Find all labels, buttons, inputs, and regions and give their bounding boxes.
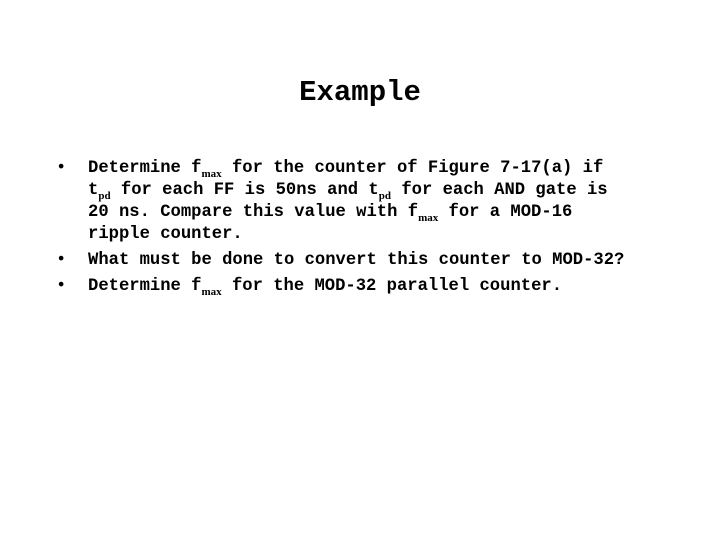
bullet-item: • Determine fmax for the counter of Figu… xyxy=(56,158,676,246)
bullet-text-line: Determine fmax for the counter of Figure… xyxy=(88,159,604,180)
subscript: pd xyxy=(378,190,391,202)
bullet-list: • Determine fmax for the counter of Figu… xyxy=(56,158,676,302)
bullet-item: • Determine fmax for the MOD-32 parallel… xyxy=(56,276,676,298)
subscript: max xyxy=(418,212,439,224)
bullet-text-line: Determine fmax for the MOD-32 parallel c… xyxy=(88,277,563,298)
bullet-text-line: What must be done to convert this counte… xyxy=(88,251,625,270)
bullet-text-line: tpd for each FF is 50ns and tpd for each… xyxy=(88,181,608,202)
bullet-text-line: 20 ns. Compare this value with fmax for … xyxy=(88,203,573,224)
bullet-text-line: ripple counter. xyxy=(88,225,243,244)
bullet-icon: • xyxy=(56,277,67,296)
bullet-icon: • xyxy=(56,159,67,178)
slide-title: Example xyxy=(299,76,421,109)
subscript: max xyxy=(201,286,222,298)
bullet-item: • What must be done to convert this coun… xyxy=(56,250,676,272)
bullet-icon: • xyxy=(56,251,67,270)
subscript: pd xyxy=(98,190,111,202)
subscript: max xyxy=(201,168,222,180)
